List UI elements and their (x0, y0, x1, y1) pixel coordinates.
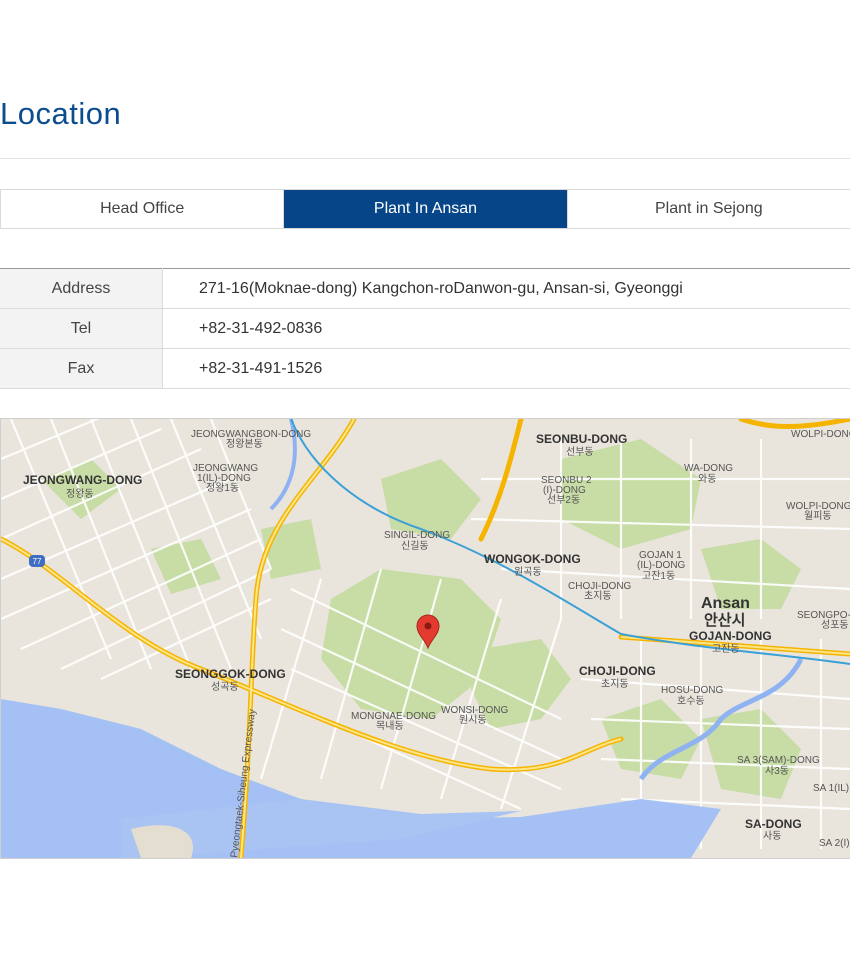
address-value: 271-16(Moknae-dong) Kangchon-roDanwon-gu… (162, 268, 850, 309)
map-label: 사동 (763, 830, 781, 842)
map-label: 고잔동 (712, 643, 740, 655)
tel-row: Tel +82-31-492-0836 (0, 308, 850, 349)
map-label: (IL)-DONG (637, 560, 686, 571)
page-title: Location (0, 96, 122, 131)
map-label: 원곡동 (514, 566, 542, 578)
location-info-table: Address 271-16(Moknae-dong) Kangchon-roD… (0, 268, 850, 389)
map-label: 안산시 (704, 611, 745, 629)
map-label: 고잔1동 (642, 570, 675, 582)
map-label: SA-DONG (745, 817, 802, 831)
map-label: 사3동 (765, 765, 789, 777)
map-label: WA-DONG (684, 463, 733, 474)
map-label: 초지동 (601, 678, 629, 690)
location-map[interactable]: 77 JEONGWANGBON-DONG 정왕본동 JEONGWANG-DONG… (0, 418, 850, 859)
map-label: CHOJI-DONG (579, 664, 656, 678)
map-label: 호수동 (677, 695, 705, 707)
address-label: Address (0, 268, 163, 309)
map-label: HOSU-DONG (661, 685, 723, 696)
map-label: WONGOK-DONG (484, 552, 581, 566)
map-label: 선부2동 (547, 494, 580, 506)
fax-value: +82-31-491-1526 (162, 348, 850, 389)
map-label: 원시동 (459, 714, 487, 726)
location-tabs: Head Office Plant In Ansan Plant in Sejo… (0, 189, 850, 229)
map-label: 신길동 (401, 539, 429, 552)
map-label: SA 1(IL) (813, 783, 849, 794)
tel-value: +82-31-492-0836 (162, 308, 850, 349)
title-divider (0, 158, 850, 159)
map-label: JEONGWANG-DONG (23, 473, 142, 487)
map-label: 성곡동 (211, 681, 239, 693)
map-label: 선부동 (566, 446, 594, 458)
map-label: SA 3(SAM)-DONG (737, 755, 820, 766)
fax-row: Fax +82-31-491-1526 (0, 348, 850, 389)
map-label: 정왕본동 (226, 438, 263, 450)
tab-head-office[interactable]: Head Office (1, 190, 284, 228)
map-label: 성포동 (821, 619, 849, 631)
map-label: SINGIL-DONG (384, 530, 450, 541)
map-label: 정왕동 (66, 488, 94, 500)
map-label: SEONBU-DONG (536, 432, 627, 446)
map-label: 목내동 (376, 720, 404, 732)
map-label: 월피동 (804, 510, 832, 522)
map-label: 초지동 (584, 590, 612, 602)
svg-text:77: 77 (33, 557, 42, 566)
address-row: Address 271-16(Moknae-dong) Kangchon-roD… (0, 268, 850, 309)
map-label: 와동 (698, 473, 716, 485)
fax-label: Fax (0, 348, 163, 389)
map-label: 정왕1동 (206, 482, 239, 494)
tab-plant-in-ansan[interactable]: Plant In Ansan (283, 190, 567, 228)
map-label: SA 2(I) (819, 838, 850, 849)
tab-plant-in-sejong[interactable]: Plant in Sejong (566, 190, 850, 228)
map-label: Ansan (701, 595, 750, 612)
map-label: WOLPI-DONG (791, 429, 850, 440)
map-label: GOJAN-DONG (689, 629, 772, 643)
map-label: SEONGGOK-DONG (175, 667, 286, 681)
tel-label: Tel (0, 308, 163, 349)
